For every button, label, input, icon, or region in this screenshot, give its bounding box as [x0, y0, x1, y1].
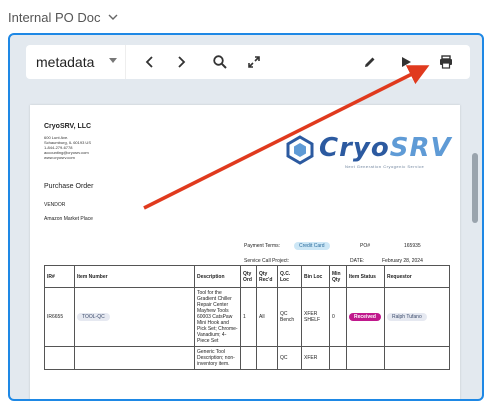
- qc-loc-cell: QC: [277, 346, 302, 370]
- next-button[interactable]: [171, 52, 191, 72]
- qty-recd-cell: [256, 346, 278, 370]
- date-value: February 28, 2024: [382, 258, 423, 264]
- ir-cell: [44, 346, 75, 370]
- qty-ord-cell: 1: [240, 287, 257, 347]
- item-number-cell: TOOL-QC: [74, 287, 195, 347]
- chevron-left-icon: [145, 56, 153, 68]
- page-title: Internal PO Doc: [8, 9, 101, 25]
- status-badge: Received: [349, 313, 381, 321]
- chevron-right-icon: [178, 56, 186, 68]
- pencil-icon: [365, 57, 375, 67]
- table-row[interactable]: Generic Tool Description; non-inventory …: [44, 346, 450, 370]
- logo-wordmark: CryoSRV: [319, 133, 452, 163]
- column-header[interactable]: Qty Ord: [240, 265, 257, 288]
- logo-word-a: Cryo: [319, 133, 390, 163]
- payment-terms-value: Credit Card: [294, 242, 330, 250]
- payment-terms-badge: Credit Card: [294, 242, 330, 250]
- status-cell: [346, 346, 385, 370]
- column-header[interactable]: Item Status: [346, 265, 385, 288]
- payment-terms-label: Payment Terms:: [244, 243, 281, 249]
- status-cell: Received: [346, 287, 385, 347]
- column-header[interactable]: Qty Rec'd: [256, 265, 278, 288]
- document-title: Purchase Order: [44, 183, 94, 190]
- logo-tagline: Next Generation Cryogenic Service: [345, 164, 425, 169]
- viewer-toolbar: metadata: [26, 45, 470, 79]
- ir-cell: IR6655: [44, 287, 75, 347]
- item-number-badge[interactable]: TOOL-QC: [77, 313, 110, 321]
- view-mode-value: metadata: [36, 54, 95, 70]
- page-header[interactable]: Internal PO Doc: [8, 8, 119, 26]
- description-cell: Tool for the Gradient Chiller Repair Cen…: [194, 287, 241, 347]
- vendor-label: VENDOR: [44, 202, 66, 208]
- qty-ord-cell: [240, 346, 257, 370]
- table-row[interactable]: IR6655 TOOL-QC Tool for the Gradient Chi…: [44, 287, 450, 347]
- po-number-label: PO#: [360, 243, 371, 249]
- column-header[interactable]: Min Qty: [329, 265, 347, 288]
- chevron-down-icon[interactable]: [107, 11, 119, 23]
- document-viewer: metadata CryoSRV, LLC 600 Lunt Ave. Scha…: [8, 33, 484, 401]
- column-header[interactable]: Item Number: [74, 265, 195, 288]
- expand-icon: [248, 56, 260, 68]
- item-number-cell: [74, 346, 195, 370]
- search-icon: [213, 55, 227, 69]
- column-header[interactable]: IR#: [44, 265, 75, 288]
- expand-button[interactable]: [244, 52, 264, 72]
- column-header[interactable]: Requestor: [384, 265, 450, 288]
- play-button[interactable]: [396, 52, 416, 72]
- edit-button[interactable]: [360, 52, 380, 72]
- previous-button[interactable]: [140, 52, 160, 72]
- caret-down-icon: [109, 58, 117, 63]
- website-line: www.cryosrv.com: [44, 155, 75, 160]
- qc-loc-cell: QC Bench: [277, 287, 302, 347]
- cryosrv-logo: CryoSRV Next Generation Cryogenic Servic…: [285, 133, 451, 169]
- line-items-table: IR# Item Number Description Qty Ord Qty …: [44, 265, 450, 370]
- service-call-label: Service Call Project:: [244, 258, 290, 264]
- requestor-cell: [384, 346, 450, 370]
- requestor-badge[interactable]: Ralph Tufano: [387, 313, 427, 321]
- column-header[interactable]: Bin Loc: [301, 265, 330, 288]
- min-qty-cell: 0: [329, 287, 347, 347]
- po-number-value: 165935: [404, 243, 421, 249]
- bin-loc-cell: XFER: [301, 346, 330, 370]
- vendor-name: Amazon Market Place: [44, 216, 93, 222]
- vertical-scrollbar[interactable]: [472, 153, 478, 223]
- company-name: CryoSRV, LLC: [44, 123, 92, 130]
- search-button[interactable]: [210, 52, 230, 72]
- column-header[interactable]: Description: [194, 265, 241, 288]
- bin-loc-cell: XFER SHELF: [301, 287, 330, 347]
- print-button[interactable]: [436, 52, 456, 72]
- date-label: DATE:: [350, 258, 365, 264]
- logo-word-b: SRV: [389, 133, 452, 163]
- requestor-cell: Ralph Tufano: [384, 287, 450, 347]
- min-qty-cell: [329, 346, 347, 370]
- description-cell: Generic Tool Description; non-inventory …: [194, 346, 241, 370]
- qty-recd-cell: All: [256, 287, 278, 347]
- column-header[interactable]: Q.C. Loc: [277, 265, 302, 288]
- printer-icon: [440, 55, 452, 69]
- play-icon: [402, 57, 411, 67]
- company-address: 600 Lunt Ave. Schaumburg, IL 60193 US 1-…: [44, 135, 124, 160]
- purchase-order-page: CryoSRV, LLC 600 Lunt Ave. Schaumburg, I…: [30, 105, 460, 399]
- logo-mark-icon: [286, 135, 314, 165]
- table-header-row: IR# Item Number Description Qty Ord Qty …: [44, 265, 450, 288]
- view-mode-select[interactable]: metadata: [26, 45, 126, 79]
